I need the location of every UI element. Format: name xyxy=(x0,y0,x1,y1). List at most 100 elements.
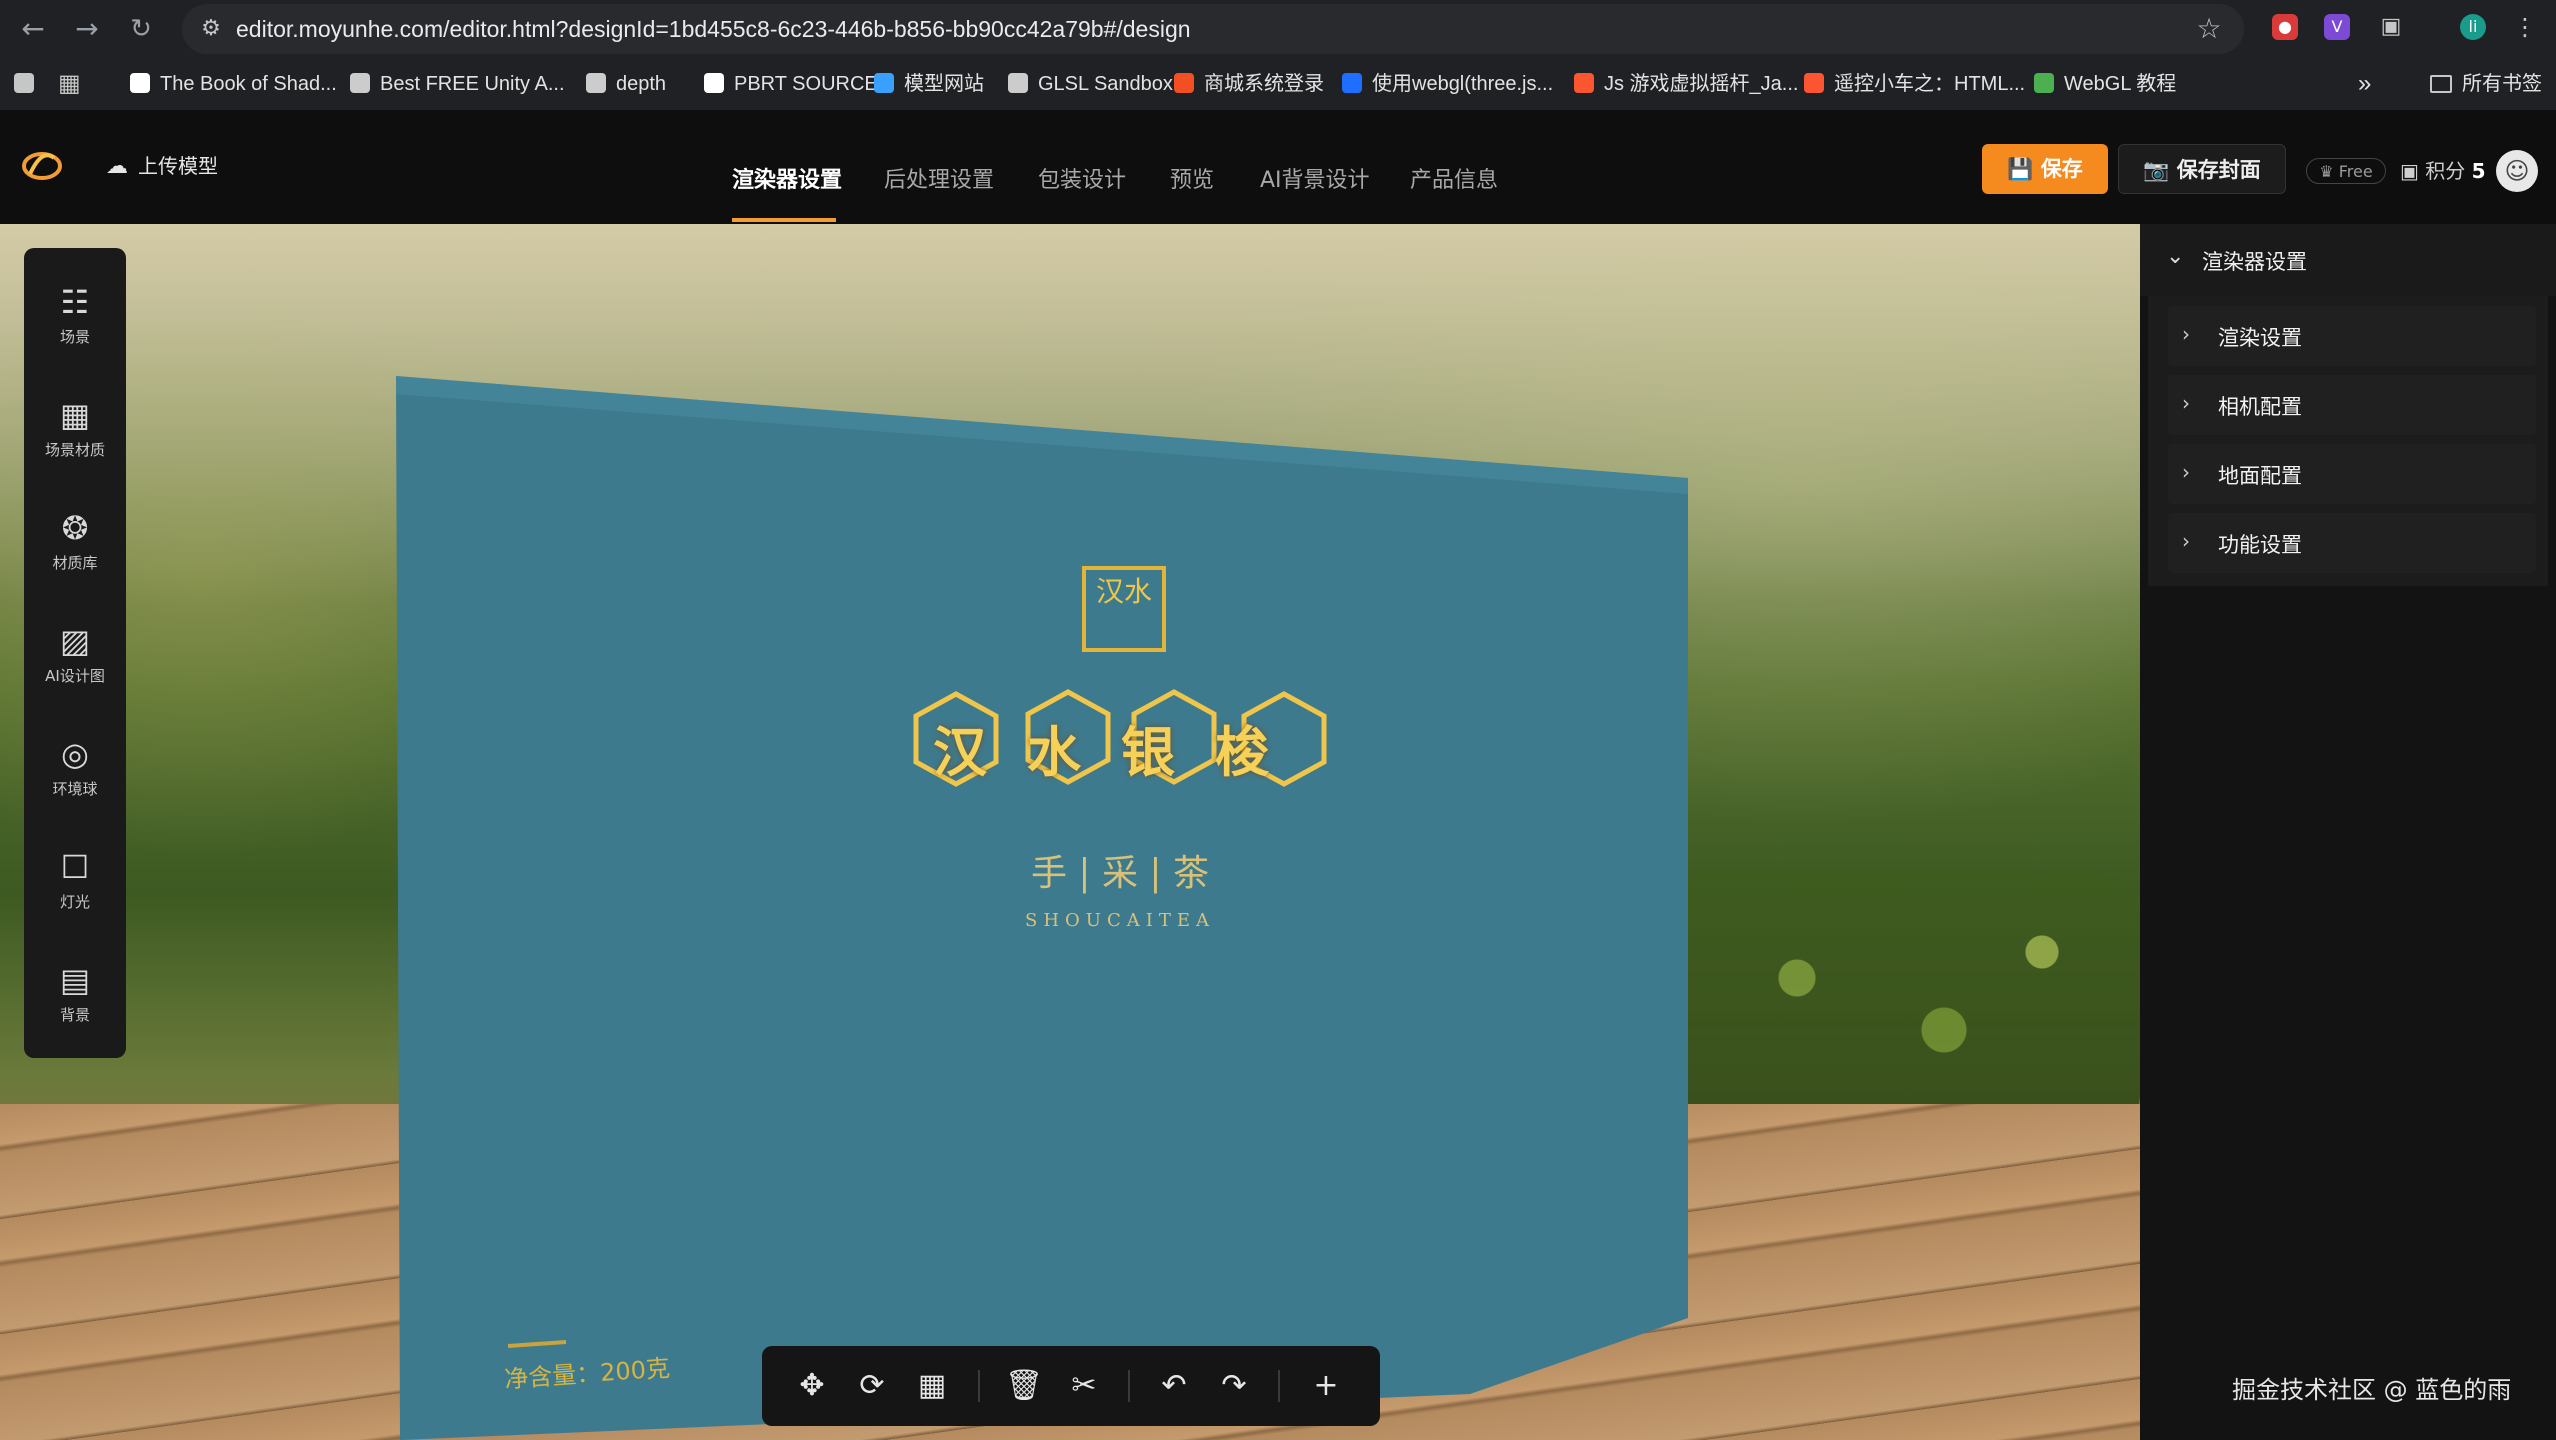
folder-icon xyxy=(2430,75,2452,93)
settings-item[interactable]: › 功能设置 xyxy=(2168,513,2536,573)
apps-icon[interactable] xyxy=(14,58,44,110)
brand-title: 汉水银梭 xyxy=(933,720,1309,784)
watermark: 掘金技术社区 @ 蓝色的雨 xyxy=(2232,1376,2512,1404)
bookmarks-overflow-icon[interactable]: » xyxy=(2358,58,2371,110)
save-button[interactable]: 💾 保存 xyxy=(1982,144,2108,194)
transform-toolbar: ✥ ⟳ ▦ 🗑 ✂ ↶ ↷ + xyxy=(762,1346,1380,1426)
save-icon: 💾 xyxy=(2007,157,2041,181)
chevron-right-icon: › xyxy=(2182,529,2190,553)
tool-background[interactable]: ▤ 背景 xyxy=(24,946,126,1036)
tool-paint-bucket[interactable]: ❂ 材质库 xyxy=(24,494,126,584)
tea-box-model[interactable] xyxy=(0,224,2140,1440)
bookmark-item[interactable]: 模型网站 xyxy=(874,58,984,110)
add-icon[interactable]: + xyxy=(1306,1366,1346,1406)
active-tab-indicator xyxy=(732,218,836,222)
tool-image[interactable]: ▨ AI设计图 xyxy=(24,607,126,697)
tool-bulb[interactable]: ☐ 灯光 xyxy=(24,833,126,923)
chevron-down-icon: ⌄ xyxy=(2166,244,2185,269)
bookmark-item[interactable]: 遥控小车之：HTML... xyxy=(1804,58,2025,110)
delete-icon[interactable]: 🗑 xyxy=(1004,1366,1044,1406)
chevron-right-icon: › xyxy=(2182,322,2190,346)
points-icon: ▣ xyxy=(2400,159,2426,183)
menu-kebab-icon[interactable]: ⋮ xyxy=(2512,14,2538,40)
bookmark-item[interactable]: depth xyxy=(586,58,666,110)
image-icon: ▨ xyxy=(59,622,91,660)
forward-icon[interactable]: → xyxy=(70,12,104,46)
tab-0[interactable]: 渲染器设置 xyxy=(732,162,842,194)
crown-icon: ♛ xyxy=(2319,162,2339,181)
chevron-right-icon: › xyxy=(2182,460,2190,484)
toolbar-divider xyxy=(1128,1370,1130,1402)
bookmarks-bar: ▦ The Book of Shad... Best FREE Unity A..… xyxy=(0,58,2556,111)
settings-panel-title: 渲染器设置 xyxy=(2202,250,2307,274)
bulb-icon: ☐ xyxy=(60,848,90,886)
app-header: ☁ 上传模型 渲染器设置 后处理设置 包装设计 预览 AI背景设计 产品信息 💾 保存 📷 … xyxy=(0,110,2556,225)
bookmark-item[interactable]: 使用webgl(three.js... xyxy=(1342,58,1553,110)
extensions-puzzle-icon[interactable]: ▣ xyxy=(2378,14,2404,40)
tab-3[interactable]: 预览 xyxy=(1170,162,1214,194)
globe-icon: ◎ xyxy=(61,735,89,773)
bookmark-star-icon[interactable]: ☆ xyxy=(2194,14,2224,44)
globe-color-icon xyxy=(2034,73,2054,93)
scale-icon[interactable]: ▦ xyxy=(912,1366,952,1406)
csdn-icon xyxy=(1574,73,1594,93)
cube-icon xyxy=(874,73,894,93)
circle-icon xyxy=(1342,73,1362,93)
upload-model-button[interactable]: ☁ 上传模型 xyxy=(106,148,218,184)
browser-toolbar: ← → ↻ ⚙ editor.moyunhe.com/editor.html?d… xyxy=(0,0,2556,58)
back-icon[interactable]: ← xyxy=(16,12,50,46)
tagline-en: SHOUCAITEA xyxy=(1025,910,1215,931)
seal-text: 汉水 xyxy=(1095,575,1152,608)
toolbar-divider xyxy=(1278,1370,1280,1402)
settings-item[interactable]: › 相机配置 xyxy=(2168,375,2536,435)
rotate-icon[interactable]: ⟳ xyxy=(852,1366,892,1406)
plan-badge[interactable]: ♛ Free xyxy=(2306,158,2386,184)
profile-icon[interactable]: li xyxy=(2460,14,2486,40)
site-settings-icon[interactable]: ⚙ xyxy=(196,14,226,44)
move-icon[interactable]: ✥ xyxy=(792,1366,832,1406)
grid-icon: ▦ xyxy=(59,396,91,434)
reload-icon[interactable]: ↻ xyxy=(124,12,158,46)
user-avatar[interactable]: ☺ xyxy=(2496,150,2538,192)
globe-icon xyxy=(1008,73,1028,93)
tab-groups-icon[interactable]: ▦ xyxy=(58,58,81,110)
tool-globe[interactable]: ◎ 环境球 xyxy=(24,720,126,810)
tool-scene-tree[interactable]: ☷ 场景 xyxy=(24,268,126,358)
bookmark-item[interactable]: The Book of Shad... xyxy=(130,58,337,110)
github-icon xyxy=(704,73,724,93)
settings-item[interactable]: › 地面配置 xyxy=(2168,444,2536,504)
settings-list: › 渲染设置 › 相机配置 › 地面配置 › 功能设置 xyxy=(2148,296,2548,586)
address-bar[interactable]: ⚙ editor.moyunhe.com/editor.html?designI… xyxy=(182,4,2244,54)
tab-2[interactable]: 包装设计 xyxy=(1038,162,1126,194)
all-bookmarks-folder[interactable]: 所有书签 xyxy=(2430,58,2542,110)
settings-panel-header[interactable]: ⌄ 渲染器设置 xyxy=(2140,224,2556,296)
paint-bucket-icon: ❂ xyxy=(61,509,89,547)
redo-icon[interactable]: ↷ xyxy=(1214,1366,1254,1406)
tab-5[interactable]: 产品信息 xyxy=(1410,162,1498,194)
settings-item[interactable]: › 渲染设置 xyxy=(2168,306,2536,366)
url-text[interactable]: editor.moyunhe.com/editor.html?designId=… xyxy=(236,4,1191,54)
diamond-icon xyxy=(586,73,606,93)
tool-sidebar: ☷ 场景 ▦ 场景材质 ❂ 材质库 ▨ AI设计图 ◎ 环境球 ☐ 灯光 ▤ 背景 xyxy=(24,248,126,1058)
bookmark-item[interactable]: Best FREE Unity A... xyxy=(350,58,565,110)
tea-box-front xyxy=(396,376,1688,1440)
3d-viewport[interactable]: 汉水 汉水银梭 手 | 采 | 茶 SHOUCAITEA 净含量：200克 ☷ 场… xyxy=(0,224,2140,1440)
tool-grid[interactable]: ▦ 场景材质 xyxy=(24,381,126,471)
bookmark-item[interactable]: WebGL 教程 xyxy=(2034,58,2176,110)
tab-1[interactable]: 后处理设置 xyxy=(884,162,994,194)
undo-icon[interactable]: ↶ xyxy=(1154,1366,1194,1406)
points-display[interactable]: ▣ 积分 5 xyxy=(2400,154,2486,188)
extension-v-icon[interactable]: V xyxy=(2324,14,2350,40)
bookmark-item[interactable]: GLSL Sandbox xyxy=(1008,58,1173,110)
save-cover-button[interactable]: 📷 保存封面 xyxy=(2118,144,2286,194)
crop-icon[interactable]: ✂ xyxy=(1064,1366,1104,1406)
tagline: 手 | 采 | 茶 xyxy=(1030,853,1210,894)
app-logo-icon[interactable] xyxy=(20,146,64,186)
bookmark-item[interactable]: PBRT SOURCE xyxy=(704,58,878,110)
bookmark-item[interactable]: 商城系统登录 xyxy=(1174,58,1324,110)
plus-icon xyxy=(130,73,150,93)
bookmark-item[interactable]: Js 游戏虚拟摇杆_Ja... xyxy=(1574,58,1798,110)
tab-4[interactable]: AI背景设计 xyxy=(1260,162,1370,194)
extension-red-icon[interactable]: ● xyxy=(2272,14,2298,40)
settings-panel: ⌄ 渲染器设置 › 渲染设置 › 相机配置 › 地面配置 › 功能设置 掘金技术社区 @ 蓝色… xyxy=(2140,224,2556,1440)
